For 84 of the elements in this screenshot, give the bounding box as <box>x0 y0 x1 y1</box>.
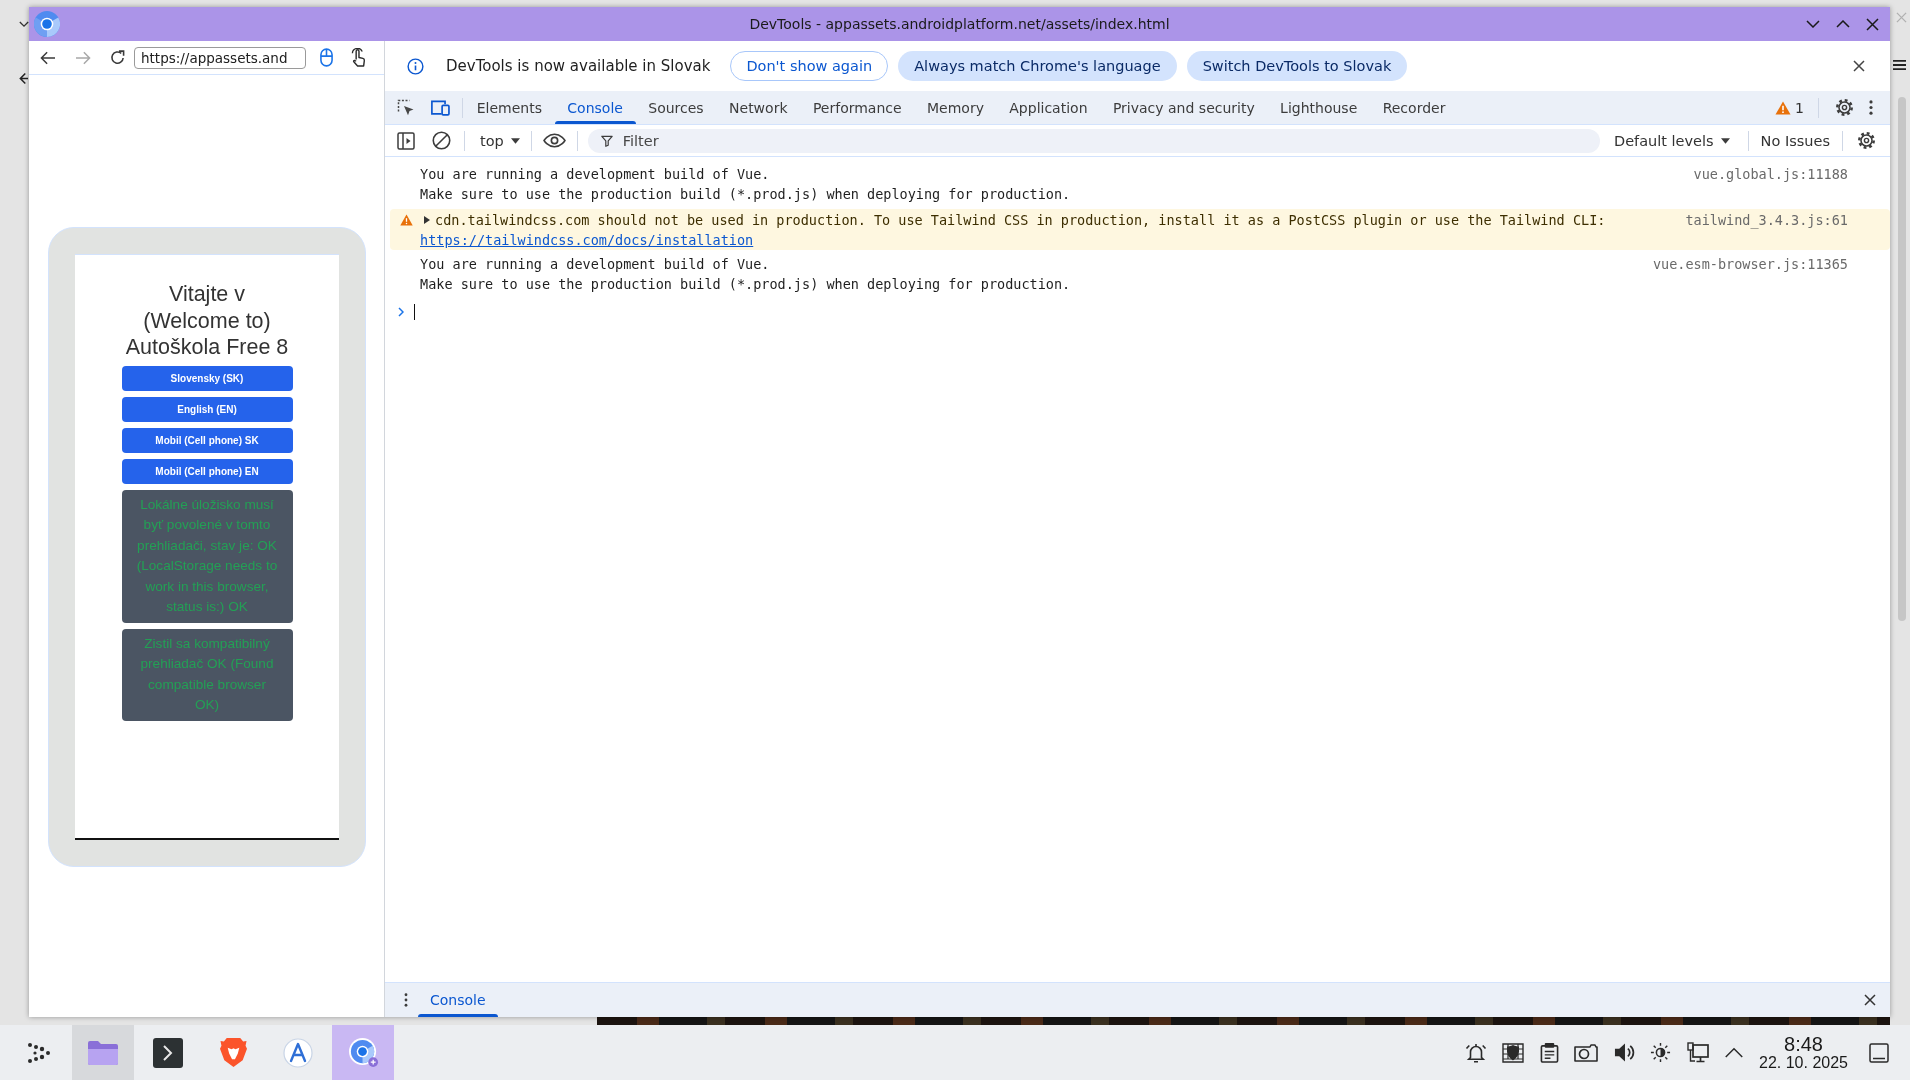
panel-tab[interactable]: Sources <box>635 91 717 124</box>
speaker-icon[interactable] <box>1613 1042 1635 1063</box>
issues-link[interactable]: No Issues <box>1760 132 1830 149</box>
filter-field[interactable]: Filter <box>587 128 1600 153</box>
log-message: You are running a development build of Vue. Make sure to use the production build (*.prod.js) when deploying for production. <box>420 166 1071 202</box>
monitor-plug-icon[interactable] <box>1686 1041 1709 1064</box>
panel-tab[interactable]: Network <box>716 91 801 124</box>
caret-icon <box>510 137 520 144</box>
folder-icon <box>87 1039 119 1066</box>
scrollbar[interactable] <box>1898 97 1906 621</box>
settings-icon[interactable] <box>1835 98 1854 117</box>
drawer-tab[interactable]: Console <box>418 983 498 1017</box>
close-icon[interactable] <box>1864 994 1876 1006</box>
source-link[interactable]: vue.global.js:11188 <box>1693 164 1848 184</box>
infobar-button[interactable]: Switch DevTools to Slovak <box>1186 51 1408 81</box>
dotted-arrow-icon <box>26 1040 50 1065</box>
status-notice: Zistil sa kompatibilný prehliadač OK (Found compatible browser OK) <box>121 628 293 721</box>
close-icon[interactable] <box>1853 60 1865 72</box>
panel-tab[interactable]: Console <box>554 91 636 124</box>
back-arrow-icon[interactable] <box>19 72 28 85</box>
page-heading: Vitajte v (Welcome to) Autoškola Free 8 <box>124 281 290 361</box>
inspect-element-icon[interactable] <box>397 98 415 117</box>
panel-tab[interactable]: Recorder <box>1369 91 1459 124</box>
info-icon <box>407 57 424 75</box>
page-button[interactable]: Mobil (Cell phone) SK <box>121 427 293 453</box>
close-icon[interactable] <box>1866 17 1879 31</box>
page-button[interactable]: English (EN) <box>121 396 293 422</box>
expand-triangle-icon[interactable] <box>424 216 430 224</box>
show-desktop-icon[interactable] <box>1869 1042 1889 1063</box>
clock-date[interactable]: 22. 10. 2025 <box>1759 1053 1848 1072</box>
clipboard-icon[interactable] <box>1539 1042 1559 1063</box>
warning-icon <box>400 214 413 226</box>
infobar-message: DevTools is now available in Slovak <box>446 57 711 75</box>
device-toolbar-icon[interactable] <box>430 99 450 116</box>
docs-link[interactable]: https://tailwindcss.com/docs/installation <box>420 230 754 250</box>
infobar-button[interactable]: Don't show again <box>730 51 889 81</box>
log-levels-dropdown[interactable]: Default levels <box>1610 132 1736 149</box>
source-link[interactable]: vue.esm-browser.js:11365 <box>1652 254 1848 274</box>
status-notice: Lokálne úložisko musí byť povolené v tomto prehliadači, stav je: OK (LocalStorage needs to work in this browser, status is:) OK <box>121 489 293 623</box>
warning-text: cdn.tailwindcss.com should not be used in production. To use Tailwind CSS in production, install it as a PostCSS plugin or use the Tailwind CLI: <box>435 211 1606 230</box>
log-message: You are running a development build of Vue. Make sure to use the production build (*.prod.js) when deploying for production. <box>420 256 1071 292</box>
source-link[interactable]: tailwind_3.4.3.js:61 <box>1685 210 1848 230</box>
eye-icon[interactable] <box>542 133 566 148</box>
chevron-down-icon[interactable] <box>1806 20 1820 28</box>
mouse-icon[interactable] <box>320 48 333 67</box>
more-options-icon[interactable] <box>1869 100 1873 115</box>
terminal-icon <box>153 1037 183 1068</box>
camera-icon[interactable] <box>1574 1043 1599 1062</box>
page-button[interactable]: Mobil (Cell phone) EN <box>121 458 293 484</box>
chevron-up-icon[interactable] <box>1724 1047 1745 1058</box>
back-arrow-icon[interactable] <box>40 50 56 65</box>
letter-a-circle-icon <box>283 1037 313 1068</box>
reload-icon[interactable] <box>110 50 125 65</box>
menu-icon[interactable] <box>1893 59 1906 71</box>
text-cursor <box>414 304 415 320</box>
issues-button[interactable]: 1 <box>1770 99 1809 116</box>
panel-tab[interactable]: Privacy and security <box>1100 91 1268 124</box>
warning-icon <box>1775 100 1792 115</box>
clock-time[interactable]: 8:48 <box>1784 1033 1823 1054</box>
brightness-icon[interactable] <box>1650 1042 1672 1063</box>
prompt-chevron-icon <box>398 307 404 317</box>
clear-console-icon[interactable] <box>432 131 451 150</box>
alarm-bell-icon[interactable] <box>1464 1041 1487 1064</box>
infobar-button[interactable]: Always match Chrome's language <box>898 51 1177 81</box>
window-title: DevTools - appassets.androidplatform.net/assets/index.html <box>749 16 1170 32</box>
panel-tab[interactable]: Lighthouse <box>1267 91 1370 124</box>
panel-tab[interactable]: Elements <box>464 91 555 124</box>
chevron-down-icon[interactable] <box>19 21 29 28</box>
caret-icon <box>1720 137 1730 144</box>
settings-icon[interactable] <box>1857 131 1876 150</box>
panel-tab[interactable]: Memory <box>914 91 997 124</box>
lion-shield-icon <box>219 1037 247 1068</box>
page-button[interactable]: Slovensky (SK) <box>121 365 293 391</box>
more-options-icon[interactable] <box>404 993 408 1007</box>
shield-wall-icon[interactable] <box>1502 1041 1525 1064</box>
panel-tab[interactable]: Performance <box>800 91 915 124</box>
touch-hand-icon[interactable] <box>351 48 366 67</box>
chevron-up-icon[interactable] <box>1836 20 1850 28</box>
circle-logo-icon <box>347 1037 379 1068</box>
circle-logo-icon <box>34 11 60 37</box>
url-field[interactable]: https://appassets.and <box>134 46 306 69</box>
sidebar-toggle-icon[interactable] <box>397 131 415 150</box>
context-dropdown[interactable]: top <box>471 132 526 149</box>
panel-tab[interactable]: Application <box>996 91 1101 124</box>
